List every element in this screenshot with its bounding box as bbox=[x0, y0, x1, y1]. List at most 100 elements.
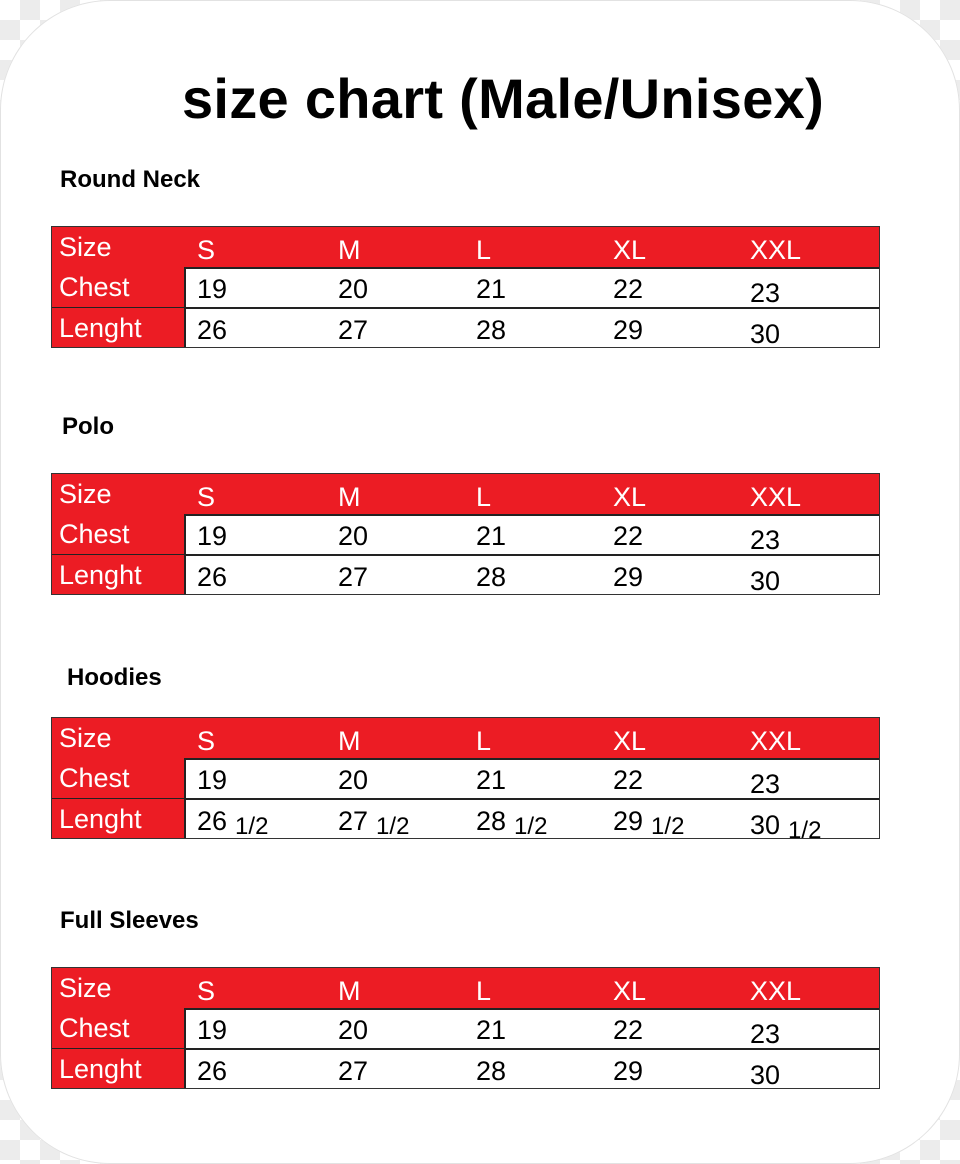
size-header-cell: XXL bbox=[750, 726, 802, 756]
length-whole: 28 bbox=[476, 1056, 507, 1086]
length-value-cell: 27 bbox=[338, 1049, 368, 1088]
length-value-cell: 30 bbox=[750, 312, 780, 351]
length-whole: 28 bbox=[476, 315, 507, 345]
length-fraction: 1/2 bbox=[235, 813, 269, 840]
chest-value-cell: 19 bbox=[197, 274, 228, 304]
length-whole: 29 bbox=[613, 1056, 644, 1086]
section-heading: Full Sleeves bbox=[60, 907, 199, 934]
size-header-cell: S bbox=[197, 976, 216, 1006]
chest-value-cell: 19 bbox=[197, 765, 228, 795]
length-value-cell: 26 bbox=[197, 1049, 227, 1088]
size-label: Size bbox=[52, 968, 186, 1008]
size-table: Size S M L XL XXL Chest 19 20 21 22 23 Lenght 26 27 28 2… bbox=[51, 967, 880, 1090]
table-row-chest: Chest 19 20 21 22 23 bbox=[52, 514, 879, 556]
length-value-cell: 28 bbox=[476, 308, 506, 347]
length-whole: 28 bbox=[476, 562, 507, 592]
table-row-length: Lenght 26 27 28 29 30 bbox=[52, 555, 879, 596]
chest-value-cell: 20 bbox=[338, 274, 369, 304]
length-whole: 28 bbox=[476, 806, 507, 836]
size-header-cell: S bbox=[197, 482, 216, 512]
length-label: Lenght bbox=[52, 308, 186, 347]
chest-value-cell: 19 bbox=[197, 1015, 228, 1045]
length-fraction: 1/2 bbox=[514, 813, 548, 840]
length-whole: 30 bbox=[750, 1060, 781, 1090]
size-header-cell: S bbox=[197, 726, 216, 756]
length-value-cell: 27 1/2 bbox=[338, 799, 410, 840]
size-header-cell: M bbox=[338, 726, 361, 756]
length-whole: 26 bbox=[197, 1056, 228, 1086]
section-heading: Hoodies bbox=[67, 664, 162, 691]
chest-value-cell: 21 bbox=[476, 1015, 507, 1045]
chest-value-cell: 22 bbox=[613, 521, 644, 551]
length-whole: 26 bbox=[197, 315, 228, 345]
length-whole: 27 bbox=[338, 315, 369, 345]
chest-value-cell: 22 bbox=[613, 1015, 644, 1045]
size-label: Size bbox=[52, 718, 186, 758]
length-value-cell: 30 bbox=[750, 559, 780, 598]
length-value-cell: 30 bbox=[750, 1053, 780, 1092]
size-header-cell: M bbox=[338, 976, 361, 1006]
length-whole: 29 bbox=[613, 562, 644, 592]
chest-value-cell: 23 bbox=[750, 525, 781, 555]
length-label: Lenght bbox=[52, 1049, 186, 1088]
size-header-cell: XL bbox=[613, 482, 647, 512]
length-label: Lenght bbox=[52, 799, 186, 838]
chest-label: Chest bbox=[52, 514, 186, 554]
chest-value-cell: 19 bbox=[197, 521, 228, 551]
table-header-row: Size S M L XL XXL bbox=[52, 227, 879, 269]
length-label: Lenght bbox=[52, 555, 186, 594]
length-value-cell: 26 1/2 bbox=[197, 799, 269, 840]
size-table: Size S M L XL XXL Chest 19 20 21 22 23 Lenght 26 1/2 27… bbox=[51, 717, 880, 844]
length-value-cell: 29 bbox=[613, 308, 643, 347]
length-fraction: 1/2 bbox=[788, 817, 822, 844]
chest-label: Chest bbox=[52, 758, 186, 798]
length-value-cell: 28 bbox=[476, 1049, 506, 1088]
size-header-cell: L bbox=[476, 976, 492, 1006]
length-value-cell: 28 bbox=[476, 555, 506, 594]
size-header-cell: L bbox=[476, 235, 492, 265]
section-heading: Polo bbox=[62, 413, 114, 440]
size-label: Size bbox=[52, 474, 186, 514]
page-title: size chart (Male/Unisex) bbox=[181, 67, 825, 130]
size-header-cell: XL bbox=[613, 235, 647, 265]
chest-label: Chest bbox=[52, 1008, 186, 1048]
length-whole: 29 bbox=[613, 315, 644, 345]
chest-value-cell: 21 bbox=[476, 765, 507, 795]
size-label: Size bbox=[52, 227, 186, 267]
table-row-chest: Chest 19 20 21 22 23 bbox=[52, 267, 879, 309]
chest-value-cell: 22 bbox=[613, 765, 644, 795]
chest-value-cell: 21 bbox=[476, 274, 507, 304]
chest-value-cell: 23 bbox=[750, 278, 781, 308]
table-row-chest: Chest 19 20 21 22 23 bbox=[52, 1008, 879, 1050]
length-whole: 30 bbox=[750, 319, 781, 349]
size-header-cell: L bbox=[476, 482, 492, 512]
chest-value-cell: 20 bbox=[338, 1015, 369, 1045]
length-value-cell: 27 bbox=[338, 308, 368, 347]
length-whole: 30 bbox=[750, 566, 781, 596]
size-header-cell: XL bbox=[613, 976, 647, 1006]
size-table: Size S M L XL XXL Chest 19 20 21 22 23 Lenght 26 27 28 2… bbox=[51, 473, 880, 596]
size-header-cell: L bbox=[476, 726, 492, 756]
size-header-cell: XXL bbox=[750, 482, 802, 512]
table-row-length: Lenght 26 27 28 29 30 bbox=[52, 308, 879, 349]
size-header-cell: XXL bbox=[750, 235, 802, 265]
length-value-cell: 29 bbox=[613, 1049, 643, 1088]
length-value-cell: 26 bbox=[197, 308, 227, 347]
length-fraction: 1/2 bbox=[651, 813, 685, 840]
length-whole: 30 bbox=[750, 810, 781, 840]
length-whole: 27 bbox=[338, 1056, 369, 1086]
length-value-cell: 28 1/2 bbox=[476, 799, 548, 840]
chest-value-cell: 21 bbox=[476, 521, 507, 551]
table-header-row: Size S M L XL XXL bbox=[52, 718, 879, 760]
table-row-length: Lenght 26 27 28 29 30 bbox=[52, 1049, 879, 1090]
size-header-cell: S bbox=[197, 235, 216, 265]
length-whole: 27 bbox=[338, 806, 369, 836]
size-header-cell: M bbox=[338, 235, 361, 265]
size-header-cell: XXL bbox=[750, 976, 802, 1006]
size-header-cell: XL bbox=[613, 726, 647, 756]
length-value-cell: 29 bbox=[613, 555, 643, 594]
chest-label: Chest bbox=[52, 267, 186, 307]
length-fraction: 1/2 bbox=[376, 813, 410, 840]
chest-value-cell: 23 bbox=[750, 1019, 781, 1049]
chest-value-cell: 22 bbox=[613, 274, 644, 304]
